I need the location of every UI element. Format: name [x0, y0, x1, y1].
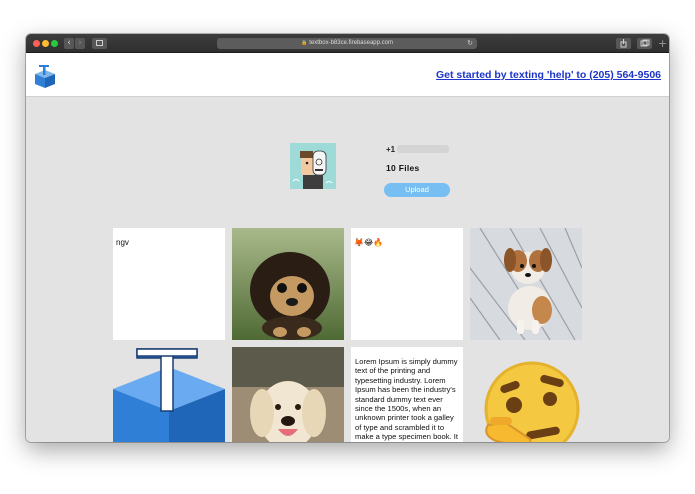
tile-lorem-text: Lorem Ipsum is simply dummy text of the … — [355, 357, 458, 442]
new-tab-button[interactable]: + — [658, 37, 667, 50]
textbox-logo[interactable] — [34, 64, 56, 88]
file-tile-image[interactable] — [232, 347, 344, 442]
deck-puppy-image — [470, 228, 582, 340]
file-tile-text[interactable]: 🦊😂🔥 — [351, 228, 463, 340]
forward-button[interactable]: › — [75, 38, 85, 49]
robot-avatar-icon — [290, 143, 336, 189]
file-tile-image[interactable] — [232, 228, 344, 340]
back-button[interactable]: ‹ — [64, 38, 74, 49]
minimize-window-button[interactable] — [42, 40, 49, 47]
tile-emoji-text: 🦊😂🔥 — [354, 238, 384, 247]
avatar — [290, 143, 336, 189]
tabs-icon — [640, 39, 650, 47]
tile-text: ngv — [116, 238, 129, 247]
file-tile-image[interactable] — [470, 347, 582, 442]
zoom-window-button[interactable] — [51, 40, 58, 47]
sidebar-toggle-button[interactable] — [92, 38, 107, 49]
show-tabs-button[interactable] — [637, 38, 652, 49]
sidebar-icon — [96, 40, 103, 46]
file-tile-image[interactable] — [113, 347, 225, 442]
file-tile-text[interactable]: Lorem Ipsum is simply dummy text of the … — [351, 347, 463, 442]
file-tile-image[interactable] — [470, 228, 582, 340]
browser-titlebar: ‹ › 🔒 textbox-b83ce.firebaseapp.com ↻ + — [26, 34, 669, 53]
close-window-button[interactable] — [33, 40, 40, 47]
site-header: Get started by texting 'help' to (205) 5… — [26, 53, 669, 97]
phone-number-redacted — [397, 145, 449, 153]
files-count: 10 Files — [386, 163, 420, 173]
phone-number-prefix: +1 — [386, 145, 396, 154]
reload-icon[interactable]: ↻ — [467, 38, 473, 49]
address-bar[interactable]: 🔒 textbox-b83ce.firebaseapp.com ↻ — [217, 38, 477, 49]
url-text: textbox-b83ce.firebaseapp.com — [309, 40, 393, 46]
web-page: Get started by texting 'help' to (205) 5… — [26, 53, 669, 442]
thinking-emoji-image — [484, 361, 580, 442]
lock-icon: 🔒 — [301, 40, 308, 46]
share-icon — [620, 39, 627, 48]
black-puppy-image — [232, 228, 344, 340]
upload-button[interactable]: Upload — [384, 183, 450, 197]
golden-retriever-image — [232, 347, 344, 442]
browser-window: ‹ › 🔒textbox-b83ce.firebaseapp.com ↻ + — [26, 34, 669, 442]
file-tile-text[interactable]: ngv — [113, 228, 225, 340]
get-started-link[interactable]: Get started by texting 'help' to (205) 5… — [436, 69, 661, 81]
textbox-logo-image — [113, 348, 225, 442]
share-button[interactable] — [616, 38, 631, 49]
